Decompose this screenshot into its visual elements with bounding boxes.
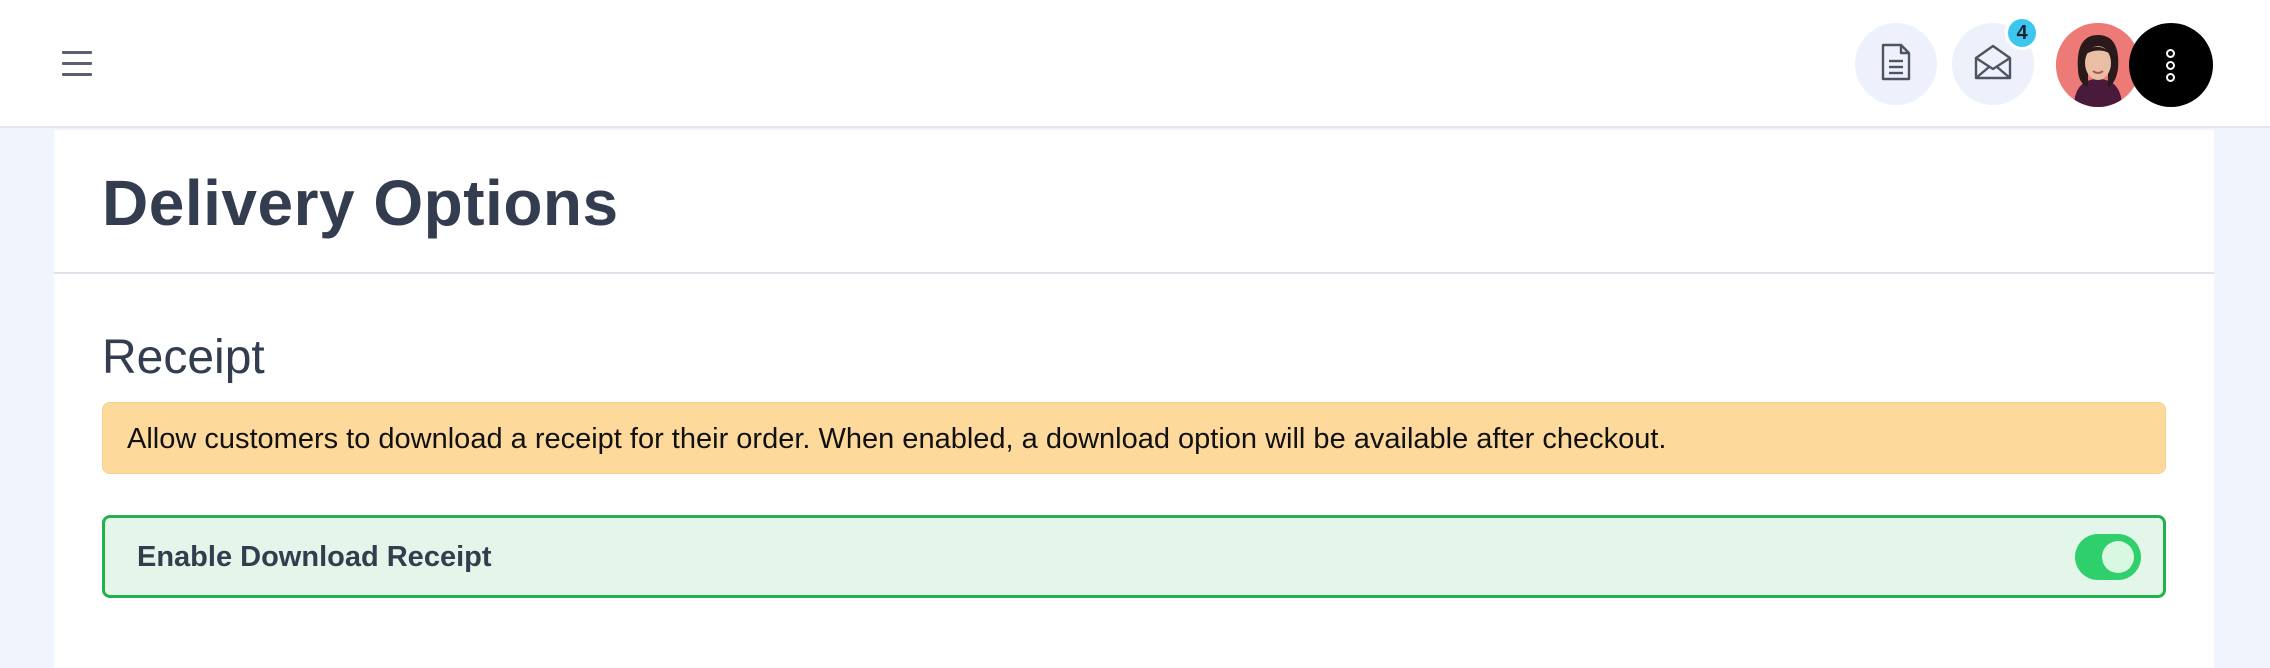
delivery-options-card: Delivery Options Receipt Allow customers… — [54, 130, 2214, 668]
documents-button[interactable] — [1855, 23, 1937, 105]
card-header: Delivery Options — [54, 130, 2214, 274]
section-title-receipt: Receipt — [102, 331, 265, 384]
download-receipt-setting: Enable Download Receipt — [102, 515, 2166, 598]
document-icon — [1877, 42, 1915, 87]
page-title: Delivery Options — [102, 167, 619, 239]
notification-count-badge: 4 — [2005, 16, 2039, 50]
envelope-open-icon — [1972, 42, 2014, 87]
more-options-button[interactable] — [2129, 23, 2213, 107]
download-receipt-toggle[interactable] — [2075, 534, 2141, 580]
notice-text: Allow customers to download a receipt fo… — [127, 423, 1667, 455]
top-bar: 4 — [0, 0, 2270, 128]
toggle-knob — [2102, 541, 2134, 573]
user-avatar[interactable] — [2056, 23, 2140, 107]
info-notice: Allow customers to download a receipt fo… — [102, 402, 2166, 474]
hamburger-menu-icon[interactable] — [58, 46, 98, 80]
toggle-label: Enable Download Receipt — [137, 541, 492, 573]
